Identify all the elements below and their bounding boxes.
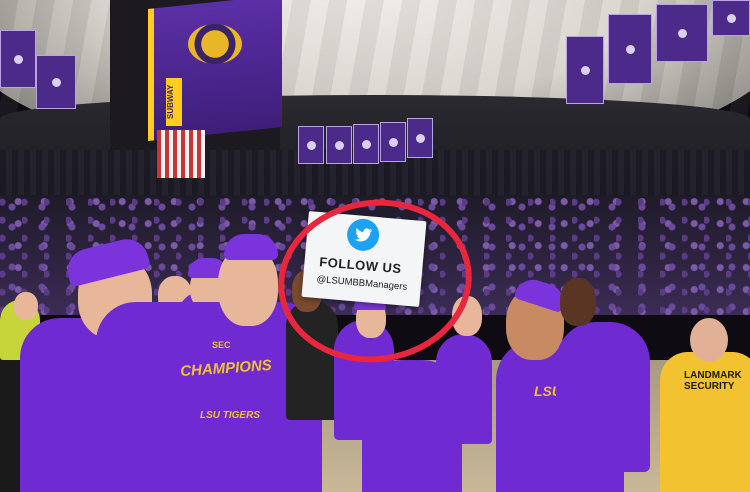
- banner: [298, 126, 324, 164]
- banner: [712, 0, 750, 36]
- banner: [326, 126, 352, 164]
- shirt-graphic-subtitle: LSU TIGERS: [199, 410, 260, 421]
- banner: [407, 118, 433, 158]
- security-label: LANDMARK SECURITY: [684, 370, 750, 392]
- banner: [353, 124, 379, 164]
- banner: [608, 14, 652, 84]
- security-label-line: SECURITY: [684, 381, 735, 392]
- banner: [656, 4, 708, 62]
- arena-photo: SUBWAY SEC CHAMPIONS LSU TIGERS LSU LAND…: [0, 0, 750, 492]
- american-flag: [157, 130, 205, 178]
- scoreboard-sponsor: SUBWAY: [166, 78, 182, 126]
- banner: [0, 30, 36, 88]
- tiger-logo: [188, 24, 242, 64]
- banner: [566, 36, 604, 104]
- banner: [36, 55, 76, 109]
- security-label-line: LANDMARK: [684, 370, 742, 381]
- banner: [380, 122, 406, 162]
- scoreboard: SUBWAY: [110, 0, 282, 150]
- security-head: [690, 318, 728, 362]
